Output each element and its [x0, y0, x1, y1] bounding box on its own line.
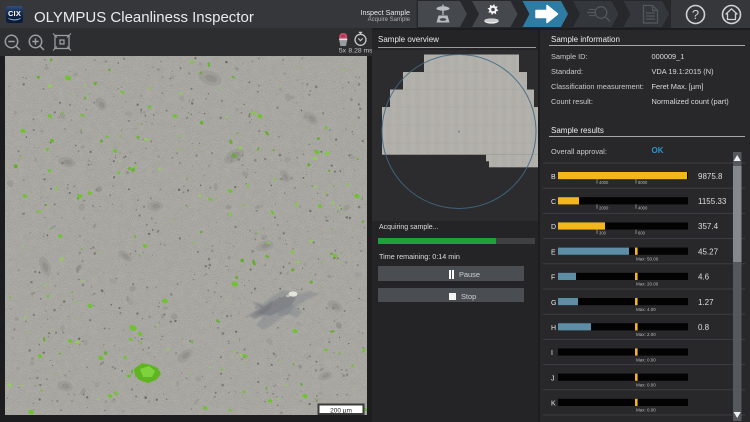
svg-text:Max: 50.00: Max: 50.00	[636, 257, 659, 262]
svg-text:B: B	[551, 174, 556, 181]
svg-text:9875.8: 9875.8	[698, 172, 723, 181]
svg-text:600: 600	[638, 231, 646, 236]
svg-text:357.4: 357.4	[698, 222, 719, 231]
svg-text:J: J	[551, 375, 555, 382]
svg-text:1155.33: 1155.33	[698, 197, 727, 206]
svg-text:2000: 2000	[599, 205, 609, 210]
svg-text:4.6: 4.6	[698, 273, 710, 282]
svg-text:Max: 2.00: Max: 2.00	[636, 332, 656, 337]
svg-text:Max: 0.00: Max: 0.00	[636, 408, 656, 413]
svg-text:4000: 4000	[599, 180, 609, 185]
svg-text:G: G	[551, 300, 556, 307]
svg-text:Max: 20.00: Max: 20.00	[636, 282, 659, 287]
svg-text:0.8: 0.8	[698, 323, 710, 332]
svg-text:F: F	[551, 275, 555, 282]
svg-text:E: E	[551, 249, 556, 256]
svg-text:C: C	[551, 199, 556, 206]
svg-text:4000: 4000	[638, 205, 648, 210]
svg-text:K: K	[551, 401, 556, 408]
svg-text:8000: 8000	[638, 180, 648, 185]
svg-text:Max: 0.00: Max: 0.00	[636, 383, 656, 388]
svg-text:45.27: 45.27	[698, 247, 719, 256]
svg-text:1.27: 1.27	[698, 298, 714, 307]
svg-text:Max: 0.00: Max: 0.00	[636, 357, 656, 362]
svg-text:300: 300	[599, 231, 607, 236]
svg-text:I: I	[551, 350, 553, 357]
svg-text:D: D	[551, 224, 556, 231]
svg-text:Max: 4.00: Max: 4.00	[636, 307, 656, 312]
svg-text:H: H	[551, 325, 556, 332]
